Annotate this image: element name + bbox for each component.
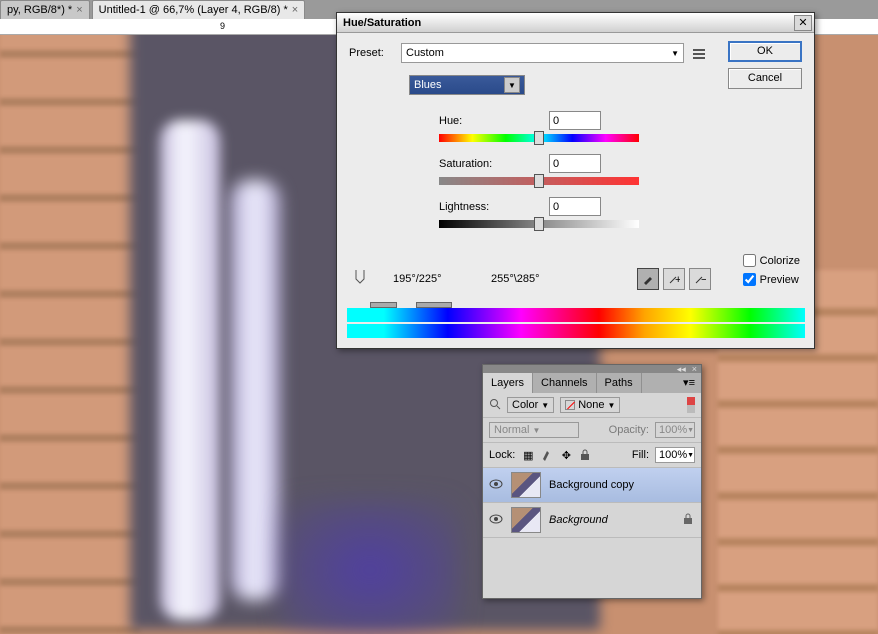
- color-bar-input[interactable]: [347, 308, 805, 322]
- chevron-down-icon: ▼: [541, 401, 549, 410]
- layer-name[interactable]: Background copy: [549, 479, 695, 491]
- visibility-icon[interactable]: [489, 479, 503, 492]
- layer-list: Background copy Background: [483, 468, 701, 598]
- ruler-mark: 9: [220, 21, 225, 31]
- fill-input[interactable]: 100% ▼: [655, 447, 695, 463]
- opacity-label: Opacity:: [609, 424, 649, 436]
- lock-position-icon[interactable]: ✥: [559, 448, 573, 462]
- tab-paths[interactable]: Paths: [597, 373, 642, 393]
- hand-icon[interactable]: [351, 267, 375, 290]
- ok-button[interactable]: OK: [728, 41, 802, 62]
- layer-name[interactable]: Background: [549, 514, 675, 526]
- lock-pixels-icon[interactable]: [540, 448, 554, 462]
- color-bar-output: [347, 324, 805, 338]
- fill-label: Fill:: [632, 449, 649, 461]
- panel-menu-icon[interactable]: ▾≡: [677, 373, 701, 393]
- layers-panel: ◂◂ × Layers Channels Paths ▾≡ Color ▼ No…: [482, 364, 702, 599]
- svg-text:+: +: [675, 274, 680, 285]
- chevron-down-icon: ▼: [504, 77, 520, 93]
- tab-channels[interactable]: Channels: [533, 373, 596, 393]
- lightness-slider[interactable]: [439, 220, 639, 228]
- chevron-down-icon: ▼: [671, 49, 679, 58]
- chevron-down-icon: ▼: [608, 401, 616, 410]
- layer-item[interactable]: Background: [483, 503, 701, 538]
- close-icon[interactable]: ×: [292, 4, 298, 16]
- hue-label: Hue:: [439, 115, 529, 127]
- chevron-down-icon: ▼: [532, 426, 540, 435]
- visibility-icon[interactable]: [489, 514, 503, 527]
- eyedropper-add-button[interactable]: +: [663, 268, 685, 290]
- channel-value: Blues: [414, 79, 442, 91]
- slider-thumb[interactable]: [534, 174, 544, 188]
- eyedropper-subtract-button[interactable]: −: [689, 268, 711, 290]
- search-icon[interactable]: [489, 398, 501, 413]
- preset-label: Preset:: [349, 47, 393, 59]
- lightness-input[interactable]: [549, 197, 601, 216]
- angle-range-right: 255°\285°: [491, 273, 571, 285]
- slider-thumb[interactable]: [534, 217, 544, 231]
- hue-saturation-dialog: Hue/Saturation ✕ Preset: Custom ▼ OK Can…: [336, 12, 815, 349]
- channel-select[interactable]: Blues ▼: [409, 75, 525, 95]
- saturation-slider[interactable]: [439, 177, 639, 185]
- document-tab-1[interactable]: py, RGB/8*) * ×: [0, 0, 90, 19]
- lock-icon: [683, 513, 695, 528]
- layer-thumbnail[interactable]: [511, 472, 541, 498]
- hue-input[interactable]: [549, 111, 601, 130]
- document-tab-2[interactable]: Untitled-1 @ 66,7% (Layer 4, RGB/8) * ×: [92, 0, 306, 19]
- layer-item[interactable]: Background copy: [483, 468, 701, 503]
- layer-thumbnail[interactable]: [511, 507, 541, 533]
- chevron-down-icon: ▼: [687, 427, 694, 434]
- colorize-check[interactable]: [743, 254, 756, 267]
- document-tab-label: py, RGB/8*) *: [7, 4, 72, 16]
- preset-select[interactable]: Custom ▼: [401, 43, 684, 63]
- saturation-input[interactable]: [549, 154, 601, 173]
- filter-none-select[interactable]: None ▼: [560, 397, 620, 413]
- dialog-title: Hue/Saturation: [343, 17, 421, 29]
- close-icon[interactable]: ×: [76, 4, 82, 16]
- cancel-button[interactable]: Cancel: [728, 68, 802, 89]
- lock-label: Lock:: [489, 449, 515, 461]
- lock-transparency-icon[interactable]: ▦: [521, 448, 535, 462]
- filter-toggle[interactable]: [687, 397, 695, 413]
- saturation-label: Saturation:: [439, 158, 529, 170]
- hue-slider[interactable]: [439, 134, 639, 142]
- lock-all-icon[interactable]: [578, 448, 592, 462]
- preset-value: Custom: [406, 47, 444, 59]
- slider-thumb[interactable]: [534, 131, 544, 145]
- close-button[interactable]: ✕: [794, 15, 812, 31]
- preset-options-icon[interactable]: [692, 46, 706, 60]
- lightness-label: Lightness:: [439, 201, 529, 213]
- blend-mode-select[interactable]: Normal ▼: [489, 422, 579, 438]
- colorize-checkbox[interactable]: Colorize: [743, 254, 800, 267]
- chevron-down-icon: ▼: [687, 452, 694, 459]
- eyedropper-button[interactable]: [637, 268, 659, 290]
- filter-color-select[interactable]: Color ▼: [507, 397, 554, 413]
- color-range-bars: [347, 308, 805, 338]
- opacity-input[interactable]: 100% ▼: [655, 422, 695, 438]
- document-tab-label: Untitled-1 @ 66,7% (Layer 4, RGB/8) *: [99, 4, 288, 16]
- dialog-titlebar[interactable]: Hue/Saturation ✕: [337, 13, 814, 33]
- angle-range-left: 195°/225°: [393, 273, 473, 285]
- svg-text:−: −: [701, 274, 706, 285]
- panel-drag-bar[interactable]: ◂◂ ×: [483, 365, 701, 373]
- tab-layers[interactable]: Layers: [483, 373, 533, 393]
